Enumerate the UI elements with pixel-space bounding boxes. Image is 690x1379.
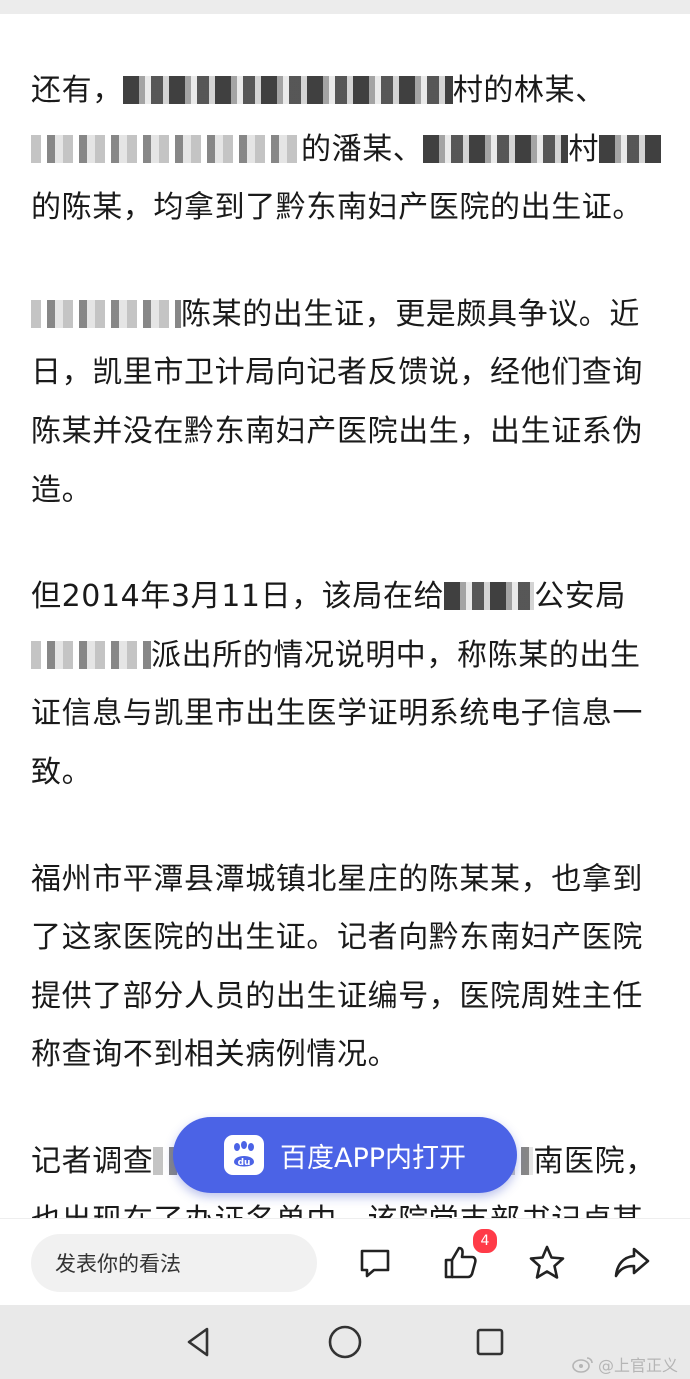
open-in-baidu-app-button[interactable]: du 百度APP内打开 [173, 1117, 517, 1193]
text-segment: 但2014年3月11日，该局在给 [31, 579, 445, 615]
svg-text:du: du [238, 1158, 251, 1168]
text-segment: 村 [568, 131, 600, 167]
bottom-action-bar: 发表你的看法 4 [0, 1218, 690, 1305]
baidu-du-icon: du [223, 1135, 264, 1175]
open-in-app-label: 百度APP内打开 [279, 1142, 467, 1174]
text-segment: 的潘某、 [301, 131, 424, 167]
text-segment: 村的林某、 [452, 73, 606, 108]
like-count-badge: 4 [471, 1227, 499, 1255]
redacted-text [599, 134, 662, 163]
status-strip [0, 0, 690, 14]
share-icon[interactable] [610, 1241, 654, 1285]
redacted-text [444, 582, 535, 611]
text-segment: 陈某的出生证，更是颇具争议。近日，凯里市卫计局向记者反馈说，经他们查询陈某并没在… [31, 296, 643, 508]
redacted-text [423, 134, 569, 163]
recents-square-icon[interactable] [467, 1319, 513, 1365]
redacted-text [31, 299, 181, 328]
weibo-watermark: @上官正义 [572, 1352, 678, 1376]
comment-icon[interactable] [353, 1241, 397, 1285]
weibo-icon [572, 1357, 593, 1373]
redacted-text [31, 134, 301, 163]
article-body: 还有， 村的林某、的潘某、 村的陈某，均拿到了黔东南妇产医院的出生证。 陈某的出生证… [31, 62, 663, 1298]
paragraph-1: 还有， 村的林某、的潘某、 村的陈某，均拿到了黔东南妇产医院的出生证。 [31, 62, 663, 238]
text-segment: 的陈某，均拿到了黔东南妇产医院的出生证。 [31, 190, 643, 226]
comment-placeholder: 发表你的看法 [55, 1252, 181, 1276]
redacted-text [122, 76, 453, 104]
paragraph-3: 但2014年3月11日，该局在给 公安局派出所的情况说明中，称陈某的出生证信息与凯… [31, 568, 663, 802]
comment-input[interactable]: 发表你的看法 [31, 1234, 317, 1292]
paragraph-2: 陈某的出生证，更是颇具争议。近日，凯里市卫计局向记者反馈说，经他们查询陈某并没在… [31, 286, 663, 520]
home-circle-icon[interactable] [322, 1319, 368, 1365]
text-segment: 还有， [31, 73, 123, 108]
text-segment: 公安局 [534, 579, 627, 615]
star-icon[interactable] [525, 1241, 569, 1285]
text-segment: 记者调查 [31, 1143, 154, 1179]
back-triangle-icon[interactable] [175, 1319, 221, 1365]
system-navigation-bar: @上官正义 [0, 1305, 690, 1379]
paragraph-4: 福州市平潭县潭城镇北星庄的陈某某，也拿到了这家医院的出生证。记者向黔东南妇产医院… [31, 851, 663, 1085]
text-segment: 福州市平潭县潭城镇北星庄的陈某某，也拿到了这家医院的出生证。记者向黔东南妇产医院… [31, 861, 643, 1073]
watermark-text: @上官正义 [597, 1356, 678, 1375]
redacted-text [31, 640, 151, 669]
